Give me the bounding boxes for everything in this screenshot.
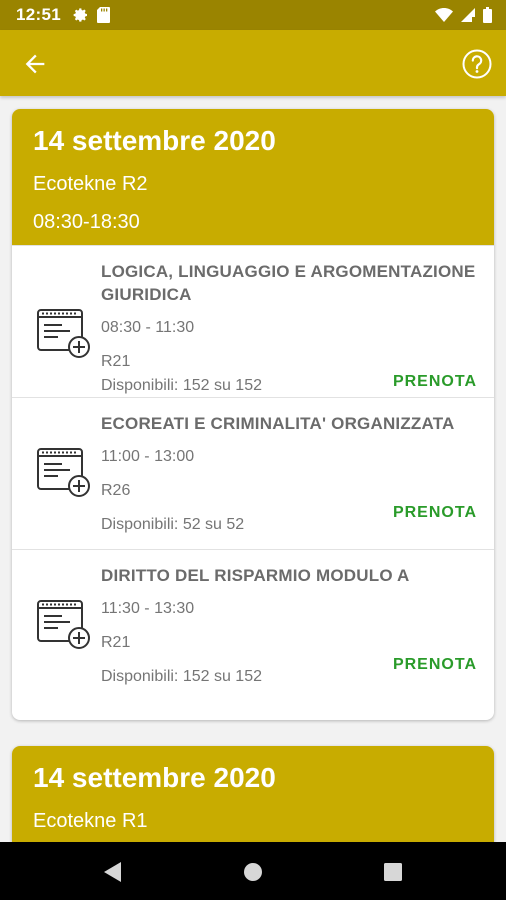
sd-card-icon <box>96 7 110 23</box>
calendar-add-icon <box>37 448 90 497</box>
session-hours: 08:30-18:30 <box>33 211 140 233</box>
status-time: 12:51 <box>16 5 61 24</box>
book-button[interactable]: PRENOTA <box>393 656 477 674</box>
exam-title: DIRITTO DEL RISPARMIO MODULO A <box>101 566 410 585</box>
session-date: 14 settembre 2020 <box>33 125 276 156</box>
session-place: Ecotekne R2 <box>33 173 148 195</box>
exam-title: ECOREATI E CRIMINALITA' ORGANIZZATA <box>101 414 455 433</box>
gear-icon <box>73 8 87 22</box>
exam-room: R26 <box>101 482 131 499</box>
session-date: 14 settembre 2020 <box>33 762 276 793</box>
exam-availability: Disponibili: 52 su 52 <box>101 516 245 533</box>
battery-icon <box>483 7 492 23</box>
session-card: 14 settembre 2020 Ecotekne R2 08:30-18:3… <box>12 109 494 720</box>
app-bar <box>0 30 506 96</box>
exam-time: 11:30 - 13:30 <box>101 600 195 617</box>
exam-availability: Disponibili: 152 su 152 <box>101 668 262 685</box>
exam-availability: Disponibili: 152 su 152 <box>101 377 262 394</box>
back-arrow-icon[interactable] <box>20 50 50 78</box>
session-header: 14 settembre 2020 Ecotekne R1 <box>12 746 494 842</box>
exam-room: R21 <box>101 353 131 370</box>
book-button[interactable]: PRENOTA <box>393 373 477 391</box>
exam-time: 11:00 - 13:00 <box>101 448 195 465</box>
status-bar: 12:51 <box>0 0 506 30</box>
calendar-add-icon <box>37 600 90 649</box>
exam-item: ECOREATI E CRIMINALITA' ORGANIZZATA 11:0… <box>12 397 494 549</box>
exam-item: LOGICA, LINGUAGGIO E ARGOMENTAZIONE GIUR… <box>12 245 494 397</box>
wifi-icon <box>435 8 453 22</box>
session-place: Ecotekne R1 <box>33 810 148 832</box>
recents-square-icon[interactable] <box>384 863 402 881</box>
help-circle-icon[interactable] <box>461 48 493 80</box>
exam-room: R21 <box>101 634 131 651</box>
exam-time: 08:30 - 11:30 <box>101 319 195 336</box>
exam-item: DIRITTO DEL RISPARMIO MODULO A 11:30 - 1… <box>12 549 494 701</box>
calendar-add-icon <box>37 309 90 358</box>
back-triangle-icon[interactable] <box>103 861 123 883</box>
signal-icon <box>461 8 475 22</box>
session-header: 14 settembre 2020 Ecotekne R2 08:30-18:3… <box>12 109 494 245</box>
home-circle-icon[interactable] <box>243 862 263 882</box>
book-button[interactable]: PRENOTA <box>393 504 477 522</box>
session-card: 14 settembre 2020 Ecotekne R1 <box>12 746 494 842</box>
sessions-list[interactable]: 14 settembre 2020 Ecotekne R2 08:30-18:3… <box>0 96 506 842</box>
exam-title: LOGICA, LINGUAGGIO E ARGOMENTAZIONE GIUR… <box>101 262 476 304</box>
system-nav-bar <box>0 842 506 900</box>
